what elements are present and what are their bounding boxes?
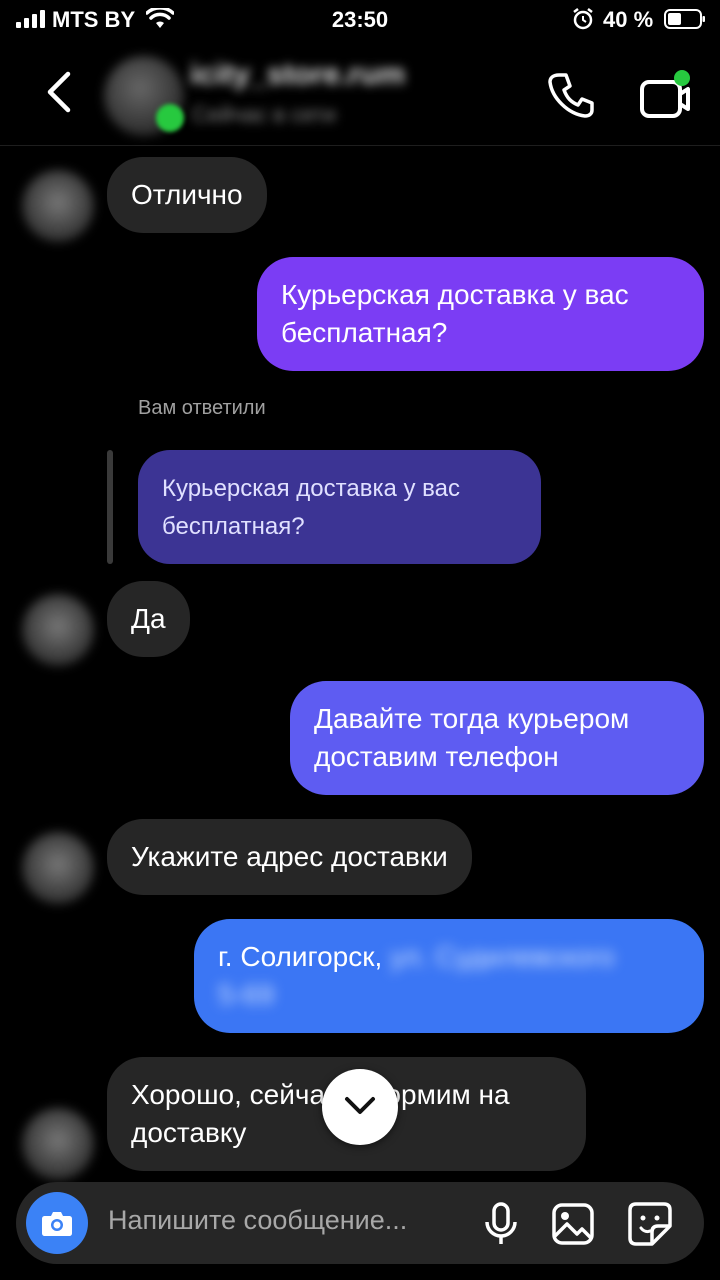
message-incoming[interactable]: Отлично	[107, 157, 267, 233]
chat-header: icity_store.rum Сейчас в сети	[0, 40, 720, 146]
message-text-line: доставим телефон	[314, 741, 559, 772]
gallery-icon[interactable]	[551, 1202, 595, 1246]
redacted-address: ул. Судилевского	[390, 941, 615, 972]
contact-status: Сейчас в сети	[192, 102, 336, 127]
message-outgoing[interactable]: г. Солигорск, ул. Судилевского 5-69	[194, 919, 704, 1033]
redacted-address: 5-69	[218, 979, 275, 1010]
status-bar: MTS BY 23:50 40 %	[0, 0, 720, 40]
microphone-icon[interactable]	[483, 1202, 519, 1246]
message-text-line: бесплатная?	[281, 317, 448, 348]
sender-avatar	[22, 594, 94, 666]
quoted-message[interactable]: Курьерская доставка у вас бесплатная?	[138, 450, 541, 564]
battery-percent: 40 %	[603, 7, 654, 32]
message-text: Укажите адрес доставки	[131, 841, 448, 872]
message-text: Да	[131, 603, 166, 634]
battery-icon	[664, 9, 705, 29]
online-indicator	[156, 104, 184, 132]
message-composer: Напишите сообщение...	[16, 1182, 704, 1264]
reply-caption: Вам ответили	[138, 397, 266, 419]
message-text-line: Курьерская доставка у вас	[281, 279, 629, 310]
video-call-icon[interactable]	[638, 68, 694, 124]
camera-button[interactable]	[26, 1192, 88, 1254]
sender-avatar	[22, 1108, 94, 1180]
reply-bar	[107, 450, 113, 564]
scroll-to-bottom-button[interactable]	[322, 1069, 398, 1145]
message-text: г. Солигорск,	[218, 941, 383, 972]
quoted-text-line: Курьерская доставка у вас	[162, 475, 461, 502]
message-input[interactable]: Напишите сообщение...	[108, 1205, 407, 1236]
message-text: Отлично	[131, 179, 243, 210]
sticker-icon[interactable]	[626, 1200, 674, 1248]
message-incoming[interactable]: Да	[107, 581, 190, 657]
alarm-icon	[573, 8, 593, 30]
back-icon[interactable]	[40, 70, 80, 114]
message-incoming[interactable]: Укажите адрес доставки	[107, 819, 472, 895]
message-outgoing[interactable]: Курьерская доставка у вас бесплатная?	[257, 257, 704, 371]
contact-name[interactable]: icity_store.rum	[190, 58, 405, 92]
quoted-text-line: бесплатная?	[162, 513, 305, 540]
chevron-down-icon	[345, 1097, 375, 1114]
sender-avatar	[22, 170, 94, 242]
message-outgoing[interactable]: Давайте тогда курьером доставим телефон	[290, 681, 704, 795]
camera-icon	[42, 1212, 72, 1236]
message-text-line: Давайте тогда курьером	[314, 703, 630, 734]
phone-icon[interactable]	[546, 70, 596, 120]
sender-avatar	[22, 832, 94, 904]
